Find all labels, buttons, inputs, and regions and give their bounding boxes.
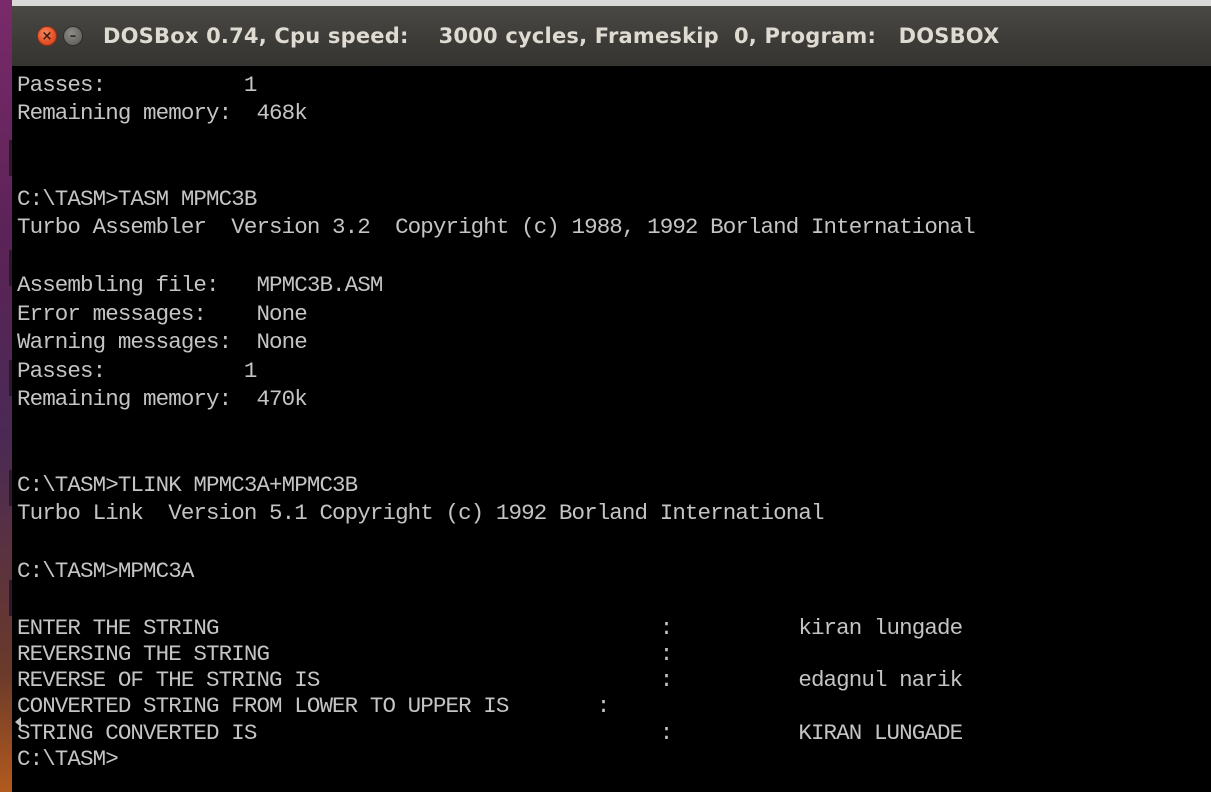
terminal-line: REVERSING THE STRING :: [17, 641, 673, 667]
terminal-line: Turbo Link Version 5.1 Copyright (c) 199…: [17, 500, 824, 526]
terminal-line: Remaining memory: 470k: [17, 386, 308, 412]
terminal-line: Passes: 1: [17, 72, 257, 98]
terminal-line: Error messages: None: [17, 301, 308, 327]
terminal-line: C:\TASM>TASM MPMC3B: [17, 186, 257, 212]
dosbox-window: × – DOSBox 0.74, Cpu speed: 3000 cycles,…: [12, 6, 1211, 792]
minimize-icon[interactable]: –: [63, 26, 83, 46]
terminal-line: Warning messages: None: [17, 329, 308, 355]
dos-terminal[interactable]: Passes: 1 Remaining memory: 468k C:\TASM…: [12, 66, 1211, 792]
terminal-prompt-line: C:\TASM>: [17, 746, 119, 772]
terminal-line: STRING CONVERTED IS : KIRAN LUNGADE: [17, 720, 963, 746]
terminal-line: Remaining memory: 468k: [17, 100, 308, 126]
terminal-line: REVERSE OF THE STRING IS : edagnul narik: [17, 667, 963, 693]
desktop-background-strip: [0, 0, 12, 792]
terminal-line: C:\TASM>MPMC3A: [17, 558, 194, 584]
terminal-line: Passes: 1: [17, 358, 257, 384]
window-titlebar[interactable]: × – DOSBox 0.74, Cpu speed: 3000 cycles,…: [12, 6, 1211, 66]
terminal-line: ENTER THE STRING : kiran lungade: [17, 615, 963, 641]
terminal-line: CONVERTED STRING FROM LOWER TO UPPER IS …: [17, 693, 610, 719]
scroll-left-arrow-icon: [15, 717, 21, 727]
terminal-line: C:\TASM>TLINK MPMC3A+MPMC3B: [17, 472, 358, 498]
close-icon[interactable]: ×: [37, 26, 57, 46]
terminal-line: Turbo Assembler Version 3.2 Copyright (c…: [17, 214, 976, 240]
terminal-line: Assembling file: MPMC3B.ASM: [17, 272, 383, 298]
window-title: DOSBox 0.74, Cpu speed: 3000 cycles, Fra…: [103, 24, 1000, 48]
